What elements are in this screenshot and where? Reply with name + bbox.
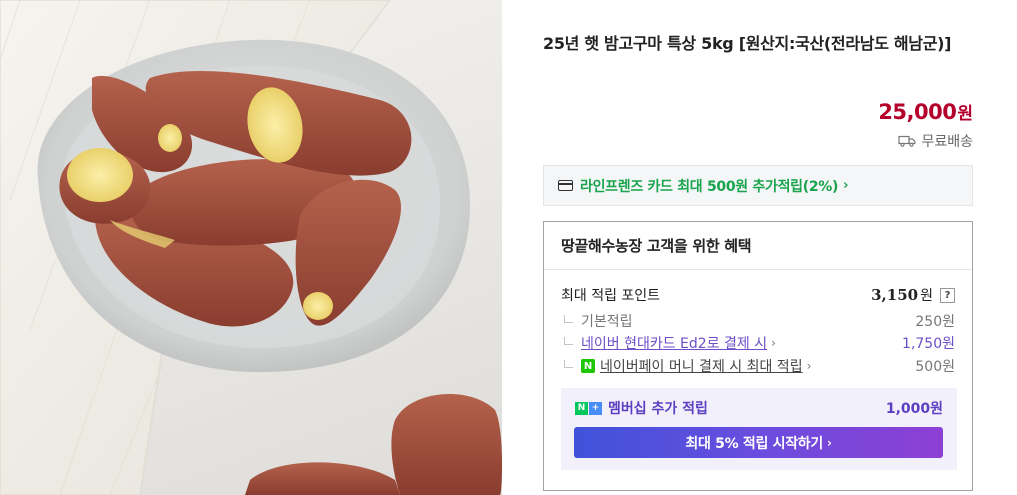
tree-line: [564, 315, 573, 323]
price: 25,000 원: [878, 99, 973, 124]
product-title: 25년 햇 밤고구마 특상 5kg [원산지:국산(전라남도 해남군)]: [543, 34, 952, 53]
chevron-right-icon: ›: [843, 178, 849, 193]
product-image: [0, 0, 502, 495]
benefit-box: 땅끝해수농장 고객을 위한 혜택 최대 적립 포인트 3,150 원 ? 기본적…: [543, 221, 973, 491]
max-points-value: 3,150 원 ?: [871, 285, 955, 305]
product-info-panel: 25년 햇 밤고구마 특상 5kg [원산지:국산(전라남도 해남군)] 25,…: [543, 0, 973, 495]
membership-box: N + 멤버십 추가 적립 1,000원 최대 5% 적립 시작하기 ›: [561, 388, 957, 470]
price-value: 25,000: [878, 100, 957, 124]
npay-money-link[interactable]: 네이버페이 머니 결제 시 최대 적립: [600, 356, 803, 376]
basic-points-value: 250원: [915, 314, 955, 330]
hyundai-card-link[interactable]: 네이버 현대카드 Ed2로 결제 시: [581, 333, 767, 353]
membership-value: 1,000원: [885, 401, 943, 417]
card-promo-text: 라인프렌즈 카드 최대 500원 추가적립(2%): [580, 178, 839, 195]
credit-card-icon: [558, 180, 573, 191]
naverpay-icon: N: [581, 359, 595, 373]
chevron-right-icon: ›: [771, 336, 776, 350]
max-points-amount: 3,150: [871, 286, 919, 304]
help-icon[interactable]: ?: [940, 287, 955, 303]
membership-start-button[interactable]: 최대 5% 적립 시작하기 ›: [574, 427, 943, 458]
tree-line: [564, 360, 573, 368]
basic-points-row: 기본적립 250원: [561, 311, 955, 331]
hyundai-card-points-value: 1,750원: [902, 336, 955, 352]
npay-money-points-row: N 네이버페이 머니 결제 시 최대 적립 › 500원: [561, 356, 955, 376]
plus-badge: +: [589, 401, 602, 415]
tree-line: [564, 337, 573, 345]
truck-icon: [898, 135, 916, 147]
card-promo-banner[interactable]: 라인프렌즈 카드 최대 500원 추가적립(2%) ›: [543, 165, 973, 206]
hyundai-card-points-row: 네이버 현대카드 Ed2로 결제 시 › 1,750원: [561, 333, 955, 353]
membership-label: 멤버십 추가 적립: [608, 401, 708, 417]
naver-n-badge: N: [575, 401, 588, 415]
benefit-header: 땅끝해수농장 고객을 위한 혜택: [544, 222, 972, 270]
membership-button-label: 최대 5% 적립 시작하기: [685, 435, 823, 452]
max-points-label: 최대 적립 포인트: [561, 288, 661, 304]
price-unit: 원: [957, 104, 973, 124]
max-points-row: 최대 적립 포인트 3,150 원 ?: [561, 285, 955, 305]
naver-plus-icon: N +: [575, 401, 602, 415]
membership-row: N + 멤버십 추가 적립 1,000원: [575, 398, 943, 418]
shipping-info: 무료배송: [898, 131, 973, 151]
chevron-right-icon: ›: [826, 435, 832, 450]
chevron-right-icon: ›: [806, 359, 812, 373]
max-points-unit: 원: [920, 288, 933, 304]
shipping-text: 무료배송: [921, 134, 973, 150]
basic-points-label: 기본적립: [581, 314, 633, 330]
npay-money-points-value: 500원: [915, 359, 955, 375]
